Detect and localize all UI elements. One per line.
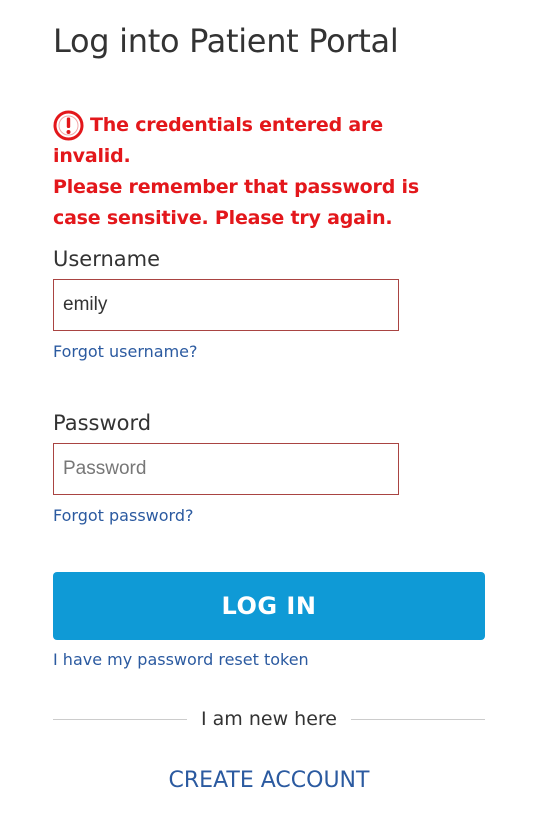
username-label: Username xyxy=(53,247,161,271)
forgot-password-link[interactable]: Forgot password? xyxy=(53,506,193,525)
password-input[interactable] xyxy=(53,443,399,495)
divider-text: I am new here xyxy=(201,708,337,730)
create-account-link[interactable]: CREATE ACCOUNT xyxy=(53,768,485,793)
new-user-divider: I am new here xyxy=(53,705,485,733)
error-text-line1: The credentials entered are invalid. xyxy=(53,114,383,167)
divider-rule-left xyxy=(53,718,188,720)
username-input[interactable] xyxy=(53,279,399,331)
forgot-username-link[interactable]: Forgot username? xyxy=(53,342,198,361)
divider-rule-right xyxy=(350,718,485,720)
page-title: Log into Patient Portal xyxy=(53,22,399,60)
password-label: Password xyxy=(53,411,152,435)
error-text-line2: Please remember that password is case se… xyxy=(53,176,419,229)
login-button[interactable]: LOG IN xyxy=(53,572,485,640)
reset-token-link[interactable]: I have my password reset token xyxy=(53,650,309,669)
alert-circle-icon xyxy=(53,110,84,141)
error-message: The credentials entered are invalid. Ple… xyxy=(53,110,453,234)
